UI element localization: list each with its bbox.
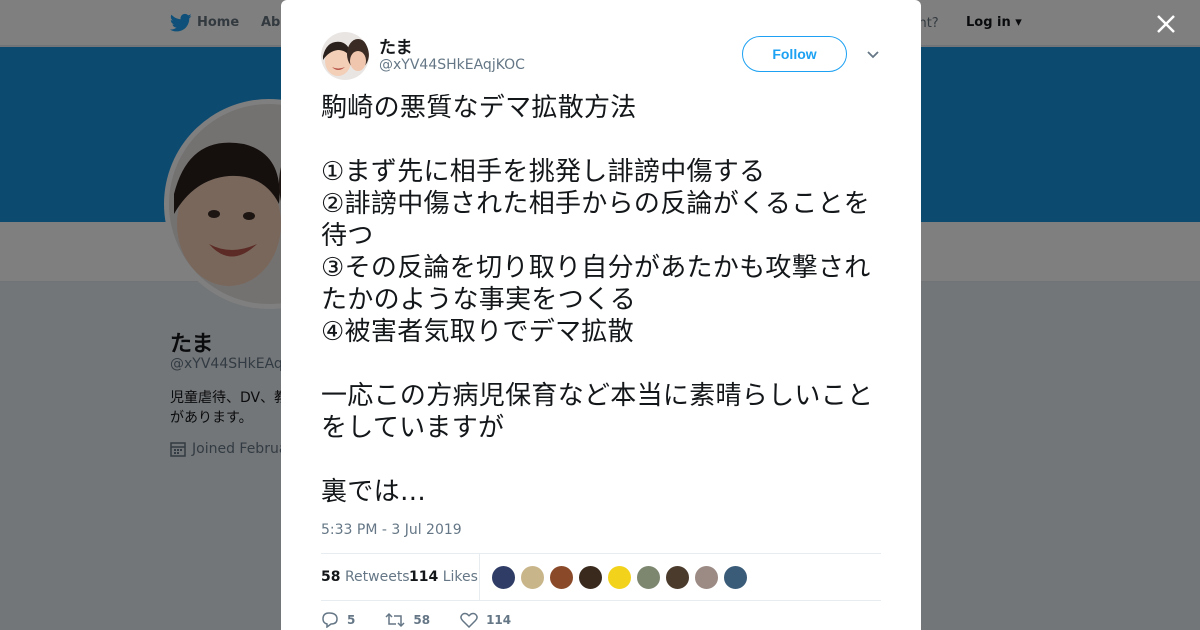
heart-icon xyxy=(460,612,478,628)
retweet-count: 58 xyxy=(413,613,431,627)
liker-avatar[interactable] xyxy=(549,565,574,590)
likes-stat[interactable]: 114 Likes xyxy=(409,569,478,585)
tweet-author-name[interactable]: たま xyxy=(379,33,413,58)
reply-count: 5 xyxy=(347,613,356,627)
liker-avatar[interactable] xyxy=(491,565,516,590)
follow-button[interactable]: Follow xyxy=(742,36,847,72)
liker-avatar[interactable] xyxy=(665,565,690,590)
tweet-timestamp[interactable]: 5:33 PM - 3 Jul 2019 xyxy=(321,522,462,538)
tweet-actions: 5 58 114 xyxy=(321,612,541,628)
retweets-stat[interactable]: 58 Retweets xyxy=(321,569,410,585)
like-count: 114 xyxy=(486,613,512,627)
liker-avatars xyxy=(491,565,748,590)
tweet-stats: 58 Retweets 114 Likes xyxy=(321,553,881,601)
close-icon[interactable] xyxy=(1152,10,1180,38)
liker-avatar[interactable] xyxy=(607,565,632,590)
liker-avatar[interactable] xyxy=(636,565,661,590)
stats-divider xyxy=(479,554,480,600)
liker-avatar[interactable] xyxy=(694,565,719,590)
likes-label: Likes xyxy=(442,569,478,585)
like-button[interactable]: 114 xyxy=(460,612,511,628)
liker-avatar[interactable] xyxy=(723,565,748,590)
author-photo-image xyxy=(321,32,369,80)
tweet-author-avatar[interactable] xyxy=(321,32,369,80)
tweet-text: 駒崎の悪質なデマ拡散方法 ①まず先に相手を挑発し誹謗中傷する ②誹謗中傷された相… xyxy=(321,93,874,507)
retweet-icon xyxy=(385,612,405,628)
chevron-down-icon[interactable] xyxy=(866,48,880,60)
liker-avatar[interactable] xyxy=(520,565,545,590)
retweet-button[interactable]: 58 xyxy=(385,612,430,628)
reply-icon xyxy=(322,612,338,628)
tweet-author-handle[interactable]: @xYV44SHkEAqjKOC xyxy=(379,57,525,73)
reply-button[interactable]: 5 xyxy=(321,612,355,628)
tweet-modal: たま @xYV44SHkEAqjKOC Follow 駒崎の悪質なデマ拡散方法 … xyxy=(281,0,921,630)
likes-count: 114 xyxy=(409,569,439,585)
retweets-label: Retweets xyxy=(344,569,410,585)
retweets-count: 58 xyxy=(321,569,341,585)
liker-avatar[interactable] xyxy=(578,565,603,590)
